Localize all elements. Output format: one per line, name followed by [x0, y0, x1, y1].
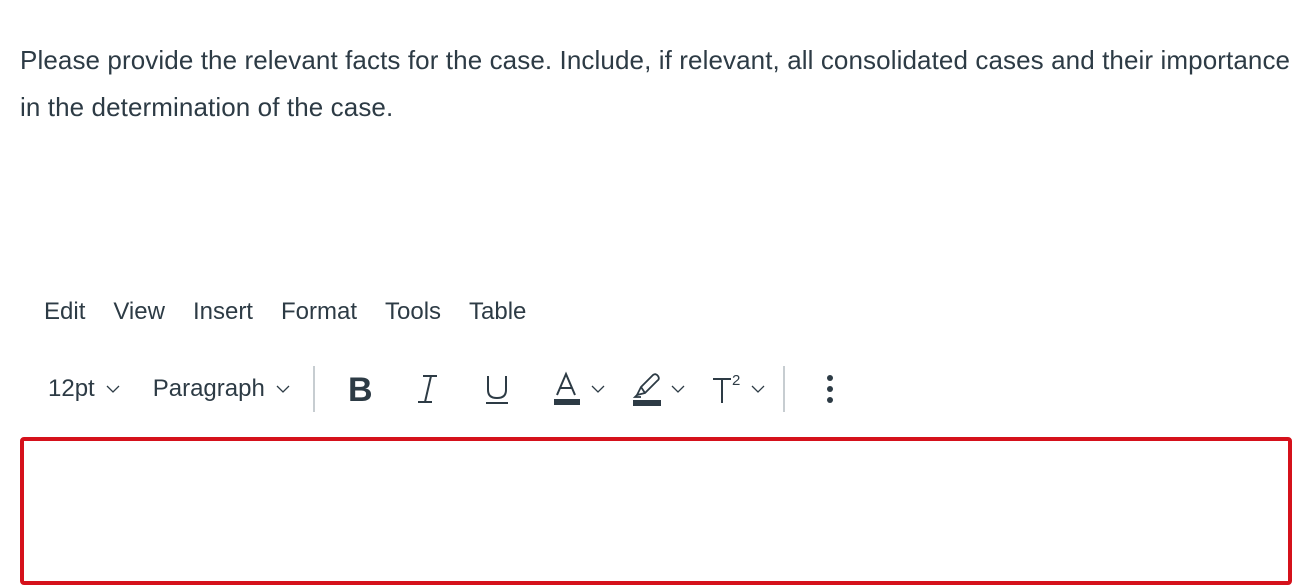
font-size-select[interactable]: 12pt — [36, 375, 133, 403]
toolbar-separator — [782, 366, 785, 412]
editor-content[interactable] — [24, 441, 1288, 505]
menu-format[interactable]: Format — [267, 294, 371, 330]
chevron-down-icon — [106, 385, 120, 393]
chevron-down-icon — [591, 385, 605, 393]
more-vertical-icon — [826, 375, 833, 403]
menu-insert[interactable]: Insert — [179, 294, 267, 330]
italic-icon — [417, 375, 437, 403]
question-prompt: Please provide the relevant facts for th… — [20, 37, 1300, 131]
block-format-value: Paragraph — [152, 375, 265, 402]
italic-button[interactable] — [405, 366, 451, 412]
text-color-icon — [553, 371, 580, 405]
bold-icon: B — [348, 372, 373, 406]
menu-edit[interactable]: Edit — [30, 294, 99, 330]
font-size-value: 12pt — [48, 375, 95, 402]
underline-button[interactable] — [473, 366, 521, 412]
block-format-select[interactable]: Paragraph — [141, 375, 303, 403]
highlight-icon — [632, 373, 661, 406]
underline-icon — [485, 376, 508, 404]
menu-view[interactable]: View — [99, 294, 179, 330]
toolbar-separator — [312, 366, 315, 412]
more-options-button[interactable] — [815, 366, 845, 412]
menu-tools[interactable]: Tools — [371, 294, 455, 330]
menu-table[interactable]: Table — [455, 294, 540, 330]
editor-toolbar: 12pt Paragraph B 2 — [36, 364, 845, 414]
chevron-down-icon — [671, 385, 685, 393]
text-color-button[interactable] — [543, 366, 617, 412]
question-prompt-text: Please provide the relevant facts for th… — [20, 45, 1291, 122]
highlight-color-button[interactable] — [621, 366, 697, 412]
superscript-button[interactable]: 2 — [701, 366, 777, 412]
svg-text:2: 2 — [732, 372, 740, 389]
chevron-down-icon — [276, 385, 290, 393]
svg-text:B: B — [348, 372, 373, 406]
chevron-down-icon — [751, 385, 765, 393]
rich-text-editor-area[interactable] — [20, 437, 1292, 585]
bold-button[interactable]: B — [335, 366, 387, 412]
superscript-icon: 2 — [712, 372, 740, 403]
editor-menubar: Edit View Insert Format Tools Table — [30, 292, 540, 332]
